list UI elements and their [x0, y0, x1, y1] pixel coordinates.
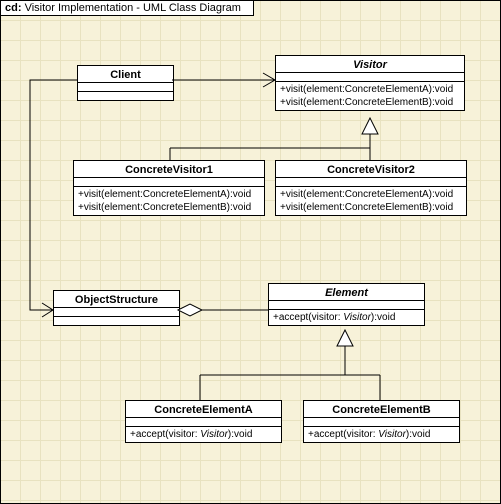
- class-client: Client: [77, 65, 174, 101]
- operation: +accept(visitor: Visitor):void: [273, 311, 420, 324]
- class-name: ConcreteElementB: [304, 401, 459, 417]
- operation: +visit(element:ConcreteElementB):void: [280, 201, 462, 214]
- frame-title: Visitor Implementation - UML Class Diagr…: [25, 2, 241, 14]
- class-object-structure: ObjectStructure: [53, 290, 180, 326]
- operation: +accept(visitor: Visitor):void: [130, 428, 277, 441]
- class-name: Client: [78, 66, 173, 82]
- class-concrete-visitor-1: ConcreteVisitor1 +visit(element:Concrete…: [73, 160, 265, 216]
- class-name: Element: [269, 284, 424, 300]
- class-concrete-element-a: ConcreteElementA +accept(visitor: Visito…: [125, 400, 282, 443]
- operation: +accept(visitor: Visitor):void: [308, 428, 455, 441]
- operation: +visit(element:ConcreteElementB):void: [280, 96, 460, 109]
- operation: +visit(element:ConcreteElementA):void: [78, 188, 260, 201]
- class-name: ConcreteElementA: [126, 401, 281, 417]
- class-concrete-visitor-2: ConcreteVisitor2 +visit(element:Concrete…: [275, 160, 467, 216]
- class-name: ConcreteVisitor1: [74, 161, 264, 177]
- class-visitor: Visitor +visit(element:ConcreteElementA)…: [275, 55, 465, 111]
- frame-kind: cd:: [5, 2, 22, 14]
- class-name: Visitor: [276, 56, 464, 72]
- class-element: Element +accept(visitor: Visitor):void: [268, 283, 425, 326]
- operation: +visit(element:ConcreteElementA):void: [280, 83, 460, 96]
- frame-label: cd: Visitor Implementation - UML Class D…: [1, 1, 254, 16]
- class-name: ObjectStructure: [54, 291, 179, 307]
- class-concrete-element-b: ConcreteElementB +accept(visitor: Visito…: [303, 400, 460, 443]
- operation: +visit(element:ConcreteElementB):void: [78, 201, 260, 214]
- operation: +visit(element:ConcreteElementA):void: [280, 188, 462, 201]
- class-name: ConcreteVisitor2: [276, 161, 466, 177]
